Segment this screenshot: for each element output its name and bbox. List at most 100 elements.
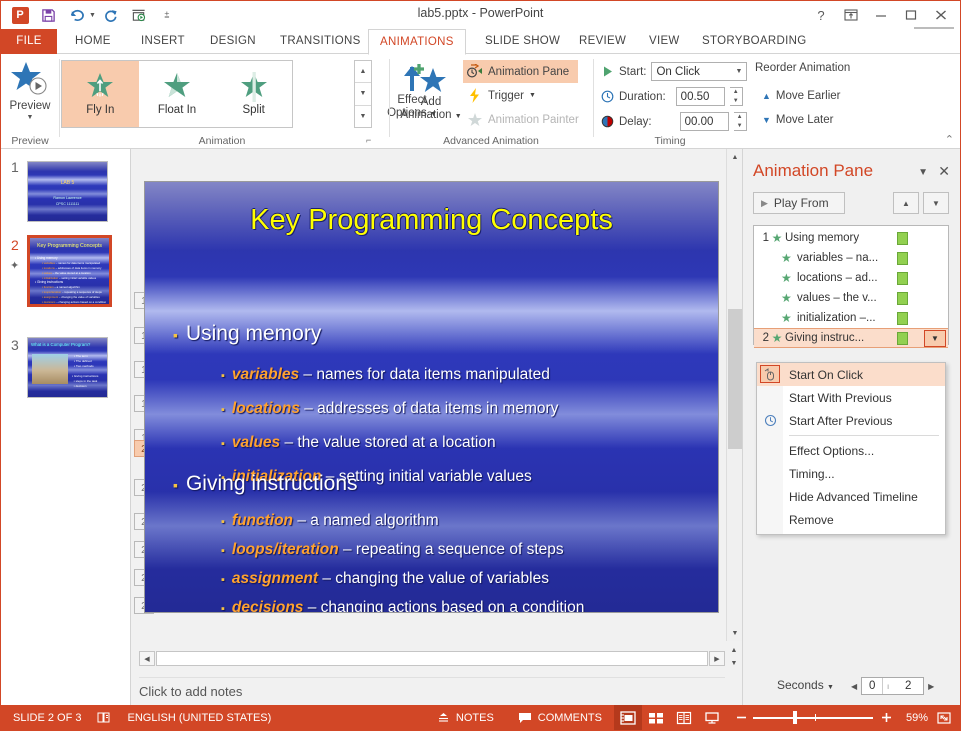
language-icon[interactable]: [93, 705, 115, 730]
delay-input[interactable]: 00.00: [679, 112, 729, 131]
move-earlier-button[interactable]: ▲ Move Earlier: [758, 84, 844, 107]
animation-fly-in[interactable]: Fly In: [62, 61, 139, 127]
hscroll-track[interactable]: [156, 651, 708, 666]
menu-item-start-after-previous[interactable]: Start After Previous: [757, 409, 945, 432]
tab-view[interactable]: VIEW: [638, 29, 691, 54]
animation-list[interactable]: 1 ★ Using memory ★ variables – na... ★ l…: [753, 225, 949, 348]
scroll-down-icon[interactable]: ▼: [727, 625, 743, 641]
animation-split[interactable]: Split: [215, 61, 292, 127]
chevron-down-icon[interactable]: ▼: [827, 684, 834, 691]
slide-heading-2[interactable]: ▪ Giving instructions: [173, 472, 358, 496]
gallery-scroll-up-icon[interactable]: ▲: [355, 61, 371, 84]
ribbon-display-options-icon[interactable]: [836, 3, 866, 27]
gallery-scroll-down-icon[interactable]: ▼: [355, 83, 371, 106]
timeline-bar[interactable]: [897, 251, 908, 265]
pane-options-icon[interactable]: ▼: [918, 167, 928, 178]
animation-list-item[interactable]: ★ variables – na...: [754, 248, 948, 268]
slide-title[interactable]: Key Programming Concepts: [145, 204, 718, 237]
stepper-up-icon[interactable]: ▲: [730, 88, 742, 97]
thumb-image[interactable]: What is a Computer Program? ▪ The term ▪ …: [27, 337, 108, 398]
chevron-down-icon[interactable]: ▼: [736, 68, 743, 75]
menu-item-remove[interactable]: Remove: [757, 508, 945, 531]
slide-bullet[interactable]: ▪ locations – addresses of data items in …: [221, 400, 558, 418]
slide-bullet[interactable]: ▪ decisions – changing actions based on a…: [221, 599, 584, 612]
add-animation-button[interactable]: Add Animation ▼: [396, 59, 466, 123]
animation-list-item[interactable]: ★ locations – ad...: [754, 268, 948, 288]
slide-bullet[interactable]: ▪ variables – names for data items manipu…: [221, 366, 550, 384]
thumb-image[interactable]: LAB 5 Ramon Lawrence CPSC 1111111: [27, 161, 108, 222]
timeline-right-icon[interactable]: ▶: [928, 682, 934, 691]
gallery-more-icon[interactable]: ▼: [355, 106, 371, 127]
trigger-button[interactable]: Trigger ▼: [463, 84, 578, 107]
timeline-bar[interactable]: [897, 311, 908, 325]
slide-bullet[interactable]: ▪ function – a named algorithm: [221, 512, 439, 530]
timeline-bar[interactable]: [897, 291, 908, 305]
scroll-right-icon[interactable]: ▶: [709, 651, 725, 666]
thumbnail-slide-2[interactable]: 2 ✦ Key Programming Concepts ▪ Using mem…: [1, 229, 130, 329]
zoom-slider[interactable]: [752, 705, 873, 730]
tab-transitions[interactable]: TRANSITIONS: [269, 29, 372, 54]
maximize-button[interactable]: [896, 3, 926, 27]
stepper-down-icon[interactable]: ▼: [734, 122, 746, 131]
preview-dropdown-icon[interactable]: ▼: [27, 114, 34, 121]
thumb-image[interactable]: Key Programming Concepts ▪ Using memory …: [27, 235, 112, 307]
previous-slide-icon[interactable]: ▲: [726, 644, 742, 657]
zoom-in-button[interactable]: [873, 705, 900, 730]
comments-button[interactable]: COMMENTS: [506, 705, 614, 730]
tab-file[interactable]: FILE: [1, 29, 57, 54]
close-pane-icon[interactable]: ✕: [938, 163, 950, 180]
animation-list-item-selected[interactable]: 2 ★ Giving instruc... ▼: [754, 328, 948, 348]
menu-item-start-with-previous[interactable]: Start With Previous: [757, 386, 945, 409]
zoom-knob[interactable]: [792, 711, 797, 724]
move-down-button[interactable]: ▼: [923, 192, 949, 214]
timeline-scale[interactable]: 0 ı 2: [861, 677, 925, 695]
editor-vertical-scrollbar[interactable]: ▲ ▼: [726, 149, 742, 641]
menu-item-hide-advanced-timeline[interactable]: Hide Advanced Timeline: [757, 485, 945, 508]
fit-to-window-button[interactable]: [934, 705, 960, 730]
slide-bullet[interactable]: ▪ values – the value stored at a location: [221, 434, 496, 452]
animation-list-item[interactable]: ★ initialization –...: [754, 308, 948, 328]
delay-stepper[interactable]: ▲ ▼: [733, 112, 747, 131]
help-icon[interactable]: ?: [806, 3, 836, 27]
slide-canvas[interactable]: Key Programming Concepts ▪ Using memory ▪…: [144, 181, 719, 613]
duration-input[interactable]: 00.50: [675, 87, 725, 106]
zoom-out-button[interactable]: [726, 705, 753, 730]
tab-slide-show[interactable]: SLIDE SHOW: [474, 29, 571, 54]
slide-bullet[interactable]: ▪ loops/iteration – repeating a sequence …: [221, 541, 564, 559]
timeline-left-icon[interactable]: ◀: [851, 682, 857, 691]
timeline-bar[interactable]: [897, 331, 908, 345]
duration-stepper[interactable]: ▲ ▼: [729, 87, 743, 106]
preview-button[interactable]: Preview ▼: [1, 56, 59, 121]
timeline-bar[interactable]: [897, 231, 908, 245]
animation-float-in[interactable]: Float In: [139, 61, 216, 127]
menu-item-timing[interactable]: Timing...: [757, 462, 945, 485]
tab-insert[interactable]: INSERT: [130, 29, 196, 54]
view-slideshow-button[interactable]: [698, 705, 726, 730]
thumbnail-slide-3[interactable]: 3 What is a Computer Program? ▪ The term…: [1, 329, 130, 409]
animation-pane-button[interactable]: Animation Pane: [463, 60, 578, 83]
view-slide-sorter-button[interactable]: [642, 705, 670, 730]
gallery-scrollbar[interactable]: ▲ ▼ ▼: [354, 60, 372, 128]
menu-item-start-on-click[interactable]: Start On Click: [757, 363, 945, 386]
notes-placeholder[interactable]: Click to add notes: [139, 677, 725, 699]
tab-design[interactable]: DESIGN: [199, 29, 267, 54]
slide-bullet[interactable]: ▪ assignment – changing the value of vari…: [221, 570, 549, 588]
tab-animations[interactable]: ANIMATIONS: [368, 29, 466, 55]
move-later-button[interactable]: ▼ Move Later: [758, 108, 837, 131]
timeline-bar[interactable]: [897, 271, 908, 285]
stepper-up-icon[interactable]: ▲: [734, 113, 746, 122]
item-dropdown-icon[interactable]: ▼: [924, 330, 946, 347]
minimize-button[interactable]: [866, 3, 896, 27]
view-normal-button[interactable]: [613, 705, 642, 730]
slide-heading-1[interactable]: ▪ Using memory: [173, 322, 321, 346]
play-from-button[interactable]: ▶ Play From: [753, 192, 845, 214]
move-up-button[interactable]: ▲: [893, 192, 919, 214]
tab-storyboarding[interactable]: STORYBOARDING: [691, 29, 817, 54]
scrollbar-thumb[interactable]: [728, 309, 742, 449]
animation-list-item[interactable]: 1 ★ Using memory: [754, 228, 948, 248]
animation-dialog-launcher-icon[interactable]: ⌐: [366, 135, 378, 147]
seconds-dropdown[interactable]: Seconds ▼: [777, 678, 834, 692]
editor-horizontal-scrollbar[interactable]: ◀ ▶: [139, 650, 725, 667]
animation-list-item[interactable]: ★ values – the v...: [754, 288, 948, 308]
menu-item-effect-options[interactable]: Effect Options...: [757, 439, 945, 462]
